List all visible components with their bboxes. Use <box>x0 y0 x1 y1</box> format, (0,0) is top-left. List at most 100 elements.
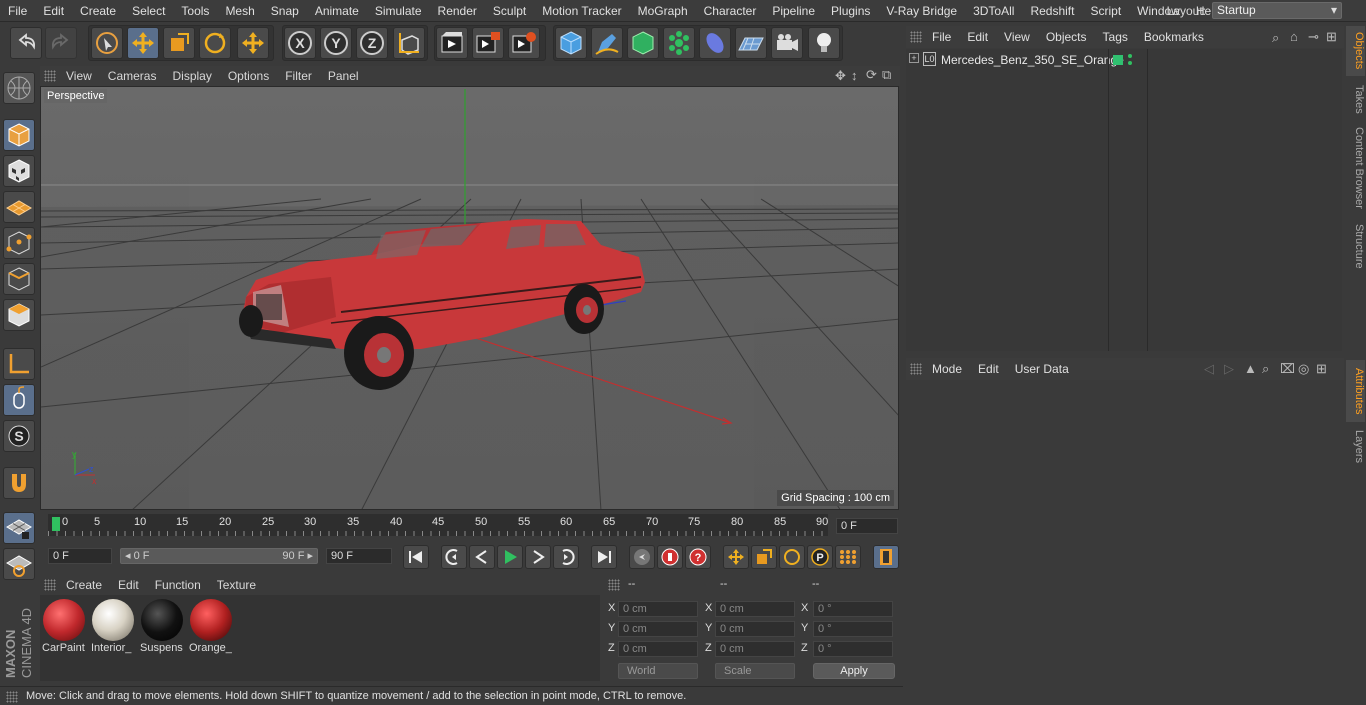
scale-icon[interactable] <box>163 27 195 59</box>
material-orange[interactable]: Orange_ <box>189 598 233 654</box>
target-icon[interactable]: ◎ <box>1298 361 1309 377</box>
menu-animate[interactable]: Animate <box>307 0 367 22</box>
object-menu-objects[interactable]: Objects <box>1038 26 1095 48</box>
model-mode-icon[interactable] <box>3 119 35 151</box>
playhead-marker[interactable] <box>52 517 60 531</box>
subdivision-icon[interactable] <box>627 27 659 59</box>
menu-render[interactable]: Render <box>430 0 485 22</box>
world-coord-icon[interactable] <box>393 27 425 59</box>
axis-mode-icon[interactable] <box>3 348 35 380</box>
material-menu-function[interactable]: Function <box>147 576 209 594</box>
rotation-h-field[interactable]: 0 ° <box>813 601 893 617</box>
y-axis-icon[interactable]: Y <box>320 27 352 59</box>
workplane-mode-icon[interactable] <box>3 191 35 223</box>
menu-tools[interactable]: Tools <box>173 0 217 22</box>
live-selection-icon[interactable] <box>91 27 123 59</box>
camera-icon[interactable] <box>771 27 803 59</box>
attribute-grip-icon[interactable] <box>910 363 922 375</box>
z-axis-icon[interactable]: Z <box>356 27 388 59</box>
redo-icon[interactable] <box>45 27 77 59</box>
menu-file[interactable]: File <box>0 0 35 22</box>
object-row[interactable]: + L0 Mercedes_Benz_350_SE_Orange <box>906 49 1342 71</box>
key-rotation-icon[interactable] <box>779 545 805 569</box>
viewport-menu-panel[interactable]: Panel <box>320 66 367 86</box>
key-position-icon[interactable] <box>723 545 749 569</box>
x-axis-icon[interactable]: X <box>284 27 316 59</box>
frame-range-slider[interactable]: ◂ 0 F 90 F ▸ <box>120 548 318 564</box>
position-x-field[interactable]: 0 cm <box>618 601 698 617</box>
attribute-search-icon[interactable]: ⌕ <box>1262 361 1269 377</box>
menu-mograph[interactable]: MoGraph <box>630 0 696 22</box>
next-key-icon[interactable] <box>553 545 579 569</box>
texture-mode-icon[interactable] <box>3 155 35 187</box>
planar-workplane-icon[interactable] <box>3 548 35 580</box>
viewport-menu-filter[interactable]: Filter <box>277 66 320 86</box>
tab-structure[interactable]: Structure <box>1346 218 1365 274</box>
render-visibility-dot[interactable] <box>1128 61 1132 65</box>
expand-icon[interactable]: + <box>909 53 919 63</box>
tab-objects[interactable]: Objects <box>1346 26 1365 76</box>
menu-simulate[interactable]: Simulate <box>367 0 430 22</box>
previous-key-icon[interactable] <box>441 545 467 569</box>
material-grip-icon[interactable] <box>44 579 56 591</box>
key-pla-icon[interactable] <box>835 545 861 569</box>
menu-snap[interactable]: Snap <box>263 0 307 22</box>
attribute-new-window-icon[interactable]: ⊞ <box>1316 361 1327 377</box>
size-y-field[interactable]: 0 cm <box>715 621 795 637</box>
coordinates-grip-icon[interactable] <box>608 579 620 591</box>
keyframe-selection-icon[interactable]: ? <box>685 545 711 569</box>
coordinate-system-select[interactable]: World <box>618 663 698 679</box>
deformer-icon[interactable] <box>699 27 731 59</box>
apply-button[interactable]: Apply <box>813 663 895 679</box>
menu-script[interactable]: Script <box>1082 0 1129 22</box>
layout-select[interactable]: Startup <box>1212 2 1342 19</box>
object-search-icon[interactable]: ⌕ <box>1272 30 1279 46</box>
viewport-dolly-icon[interactable]: ↕ <box>851 68 858 83</box>
rotation-p-field[interactable]: 0 ° <box>813 621 893 637</box>
editor-visibility-dot[interactable] <box>1128 54 1132 58</box>
object-menu-bookmarks[interactable]: Bookmarks <box>1136 26 1212 48</box>
previous-frame-icon[interactable] <box>469 545 495 569</box>
tab-takes[interactable]: Takes <box>1346 80 1365 118</box>
size-x-field[interactable]: 0 cm <box>715 601 795 617</box>
material-menu-edit[interactable]: Edit <box>110 576 147 594</box>
menu-edit[interactable]: Edit <box>35 0 72 22</box>
render-picture-viewer-icon[interactable] <box>472 27 504 59</box>
material-menu-create[interactable]: Create <box>58 576 110 594</box>
viewport-grip-icon[interactable] <box>44 70 56 82</box>
object-new-window-icon[interactable]: ⊞ <box>1326 29 1337 45</box>
object-menu-tags[interactable]: Tags <box>1095 26 1136 48</box>
snap-magnet-icon[interactable] <box>3 467 35 499</box>
record-keys-icon[interactable] <box>629 545 655 569</box>
material-menu-texture[interactable]: Texture <box>209 576 264 594</box>
rotate-icon[interactable] <box>199 27 231 59</box>
position-z-field[interactable]: 0 cm <box>618 641 698 657</box>
pointer-icon[interactable]: ▲ <box>1244 361 1257 376</box>
menu-sculpt[interactable]: Sculpt <box>485 0 534 22</box>
size-z-field[interactable]: 0 cm <box>715 641 795 657</box>
menu-create[interactable]: Create <box>72 0 124 22</box>
pen-icon[interactable] <box>591 27 623 59</box>
attribute-menu-edit[interactable]: Edit <box>970 358 1007 380</box>
go-to-start-icon[interactable] <box>403 545 429 569</box>
menu-redshift[interactable]: Redshift <box>1022 0 1082 22</box>
current-frame-field[interactable]: 0 F <box>836 518 898 534</box>
viewport-label[interactable]: Perspective <box>44 89 108 103</box>
timeline-ruler[interactable]: 0 5 10 15 20 25 30 35 40 45 50 55 60 65 … <box>48 514 828 536</box>
play-icon[interactable] <box>497 545 523 569</box>
menu-select[interactable]: Select <box>124 0 173 22</box>
layer-color-swatch[interactable] <box>1113 55 1123 65</box>
make-editable-icon[interactable] <box>3 72 35 104</box>
object-menu-view[interactable]: View <box>996 26 1038 48</box>
tab-content-browser[interactable]: Content Browser <box>1346 122 1365 214</box>
object-grip-icon[interactable] <box>910 31 922 43</box>
position-y-field[interactable]: 0 cm <box>618 621 698 637</box>
render-view-icon[interactable] <box>436 27 468 59</box>
tab-attributes[interactable]: Attributes <box>1346 360 1365 422</box>
viewport-menu-view[interactable]: View <box>58 66 100 86</box>
attribute-menu-mode[interactable]: Mode <box>924 358 970 380</box>
cube-icon[interactable] <box>555 27 587 59</box>
points-mode-icon[interactable] <box>3 227 35 259</box>
lock-icon[interactable]: ⌧ <box>1280 361 1295 377</box>
viewport-menu-cameras[interactable]: Cameras <box>100 66 165 86</box>
